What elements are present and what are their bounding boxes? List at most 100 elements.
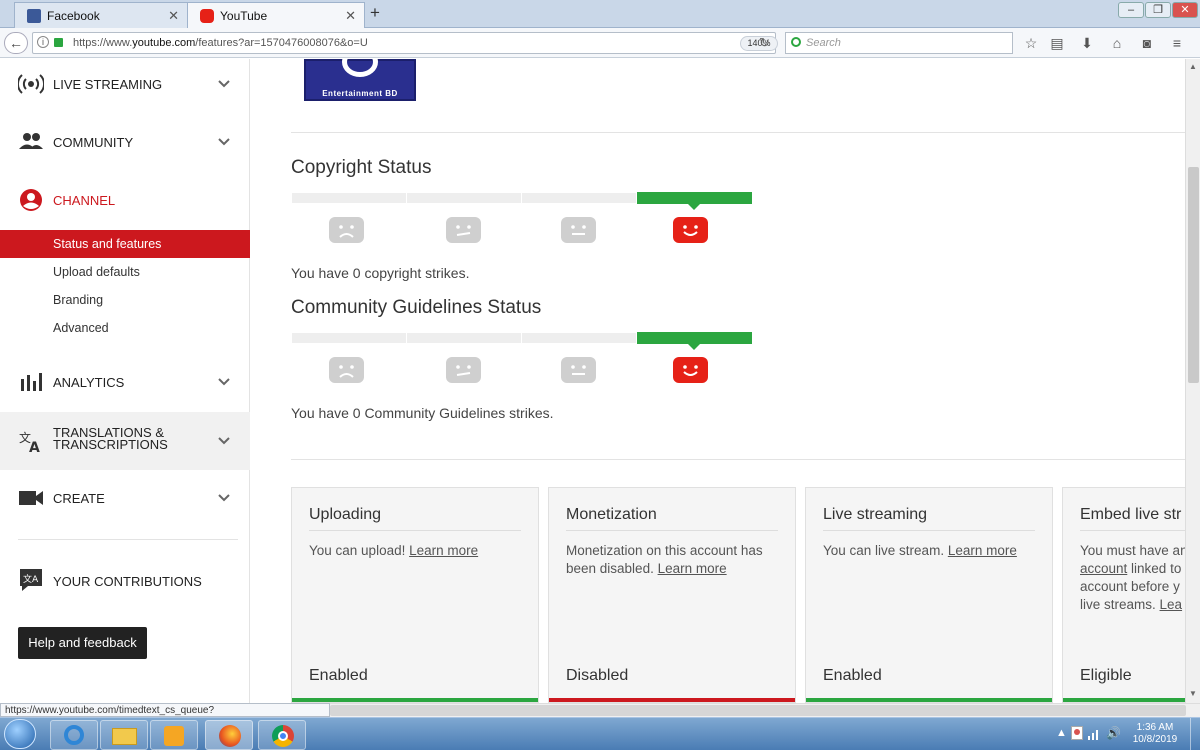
clock-date: 10/8/2019	[1132, 734, 1178, 745]
search-placeholder: Search	[806, 37, 841, 49]
learn-more-link[interactable]: Learn more	[409, 543, 478, 558]
uneasy-face-icon	[446, 217, 481, 243]
vertical-scrollbar[interactable]: ▲ ▼	[1185, 59, 1200, 703]
menu-icon[interactable]: ≡	[1168, 34, 1186, 52]
neutral-face-icon	[561, 357, 596, 383]
info-icon[interactable]: i	[37, 36, 49, 48]
card-text: You can upload!	[309, 543, 410, 558]
feature-card-monetization: Monetization Monetization on this accoun…	[548, 487, 796, 703]
bookmark-star-icon[interactable]: ☆	[1022, 34, 1040, 52]
sidebar-item-label: COMMUNITY	[53, 135, 134, 150]
media-player-icon[interactable]	[150, 720, 198, 750]
sidebar-subitem-status-and-features[interactable]: Status and features	[0, 230, 250, 258]
chevron-down-icon[interactable]	[216, 374, 232, 390]
happy-face-icon	[673, 217, 708, 243]
divider	[291, 132, 1185, 133]
close-window-icon[interactable]: ✕	[1172, 2, 1198, 18]
meter-segment	[522, 193, 636, 203]
sidebar-subitem-branding[interactable]: Branding	[0, 286, 250, 314]
chevron-down-icon[interactable]	[216, 433, 232, 449]
community-strikes-text: You have 0 Community Guidelines strikes.	[291, 405, 554, 421]
minimize-icon[interactable]: –	[1118, 2, 1144, 18]
taskbar-clock[interactable]: 1:36 AM 10/8/2019	[1125, 722, 1185, 746]
show-desktop-button[interactable]	[1190, 718, 1200, 750]
tab-label: YouTube	[220, 9, 268, 23]
logo-emblem	[342, 59, 378, 77]
sidebar-subitem-upload-defaults[interactable]: Upload defaults	[0, 258, 250, 286]
internet-explorer-icon[interactable]	[50, 720, 98, 750]
search-input[interactable]: Search	[785, 32, 1013, 54]
clock-time: 1:36 AM	[1136, 722, 1174, 733]
sidebar-item-label: TRANSLATIONS & TRANSCRIPTIONS	[53, 426, 168, 451]
card-title: Monetization	[566, 506, 657, 523]
sad-face-icon	[329, 217, 364, 243]
card-text: You can live stream.	[823, 543, 948, 558]
network-icon[interactable]	[1088, 728, 1102, 740]
sidebar-item-live-streaming[interactable]: LIVE STREAMING	[0, 59, 250, 109]
chevron-down-icon[interactable]	[216, 490, 232, 506]
meter-segment	[407, 193, 521, 203]
address-bar[interactable]: i https://www.youtube.com/features?ar=15…	[32, 32, 778, 54]
chrome-icon[interactable]	[258, 720, 306, 750]
learn-more-link[interactable]: Learn more	[948, 543, 1017, 558]
account-link[interactable]: account	[1080, 561, 1127, 576]
channel-logo: Entertainment BD	[304, 59, 416, 101]
volume-icon[interactable]: 🔊	[1106, 726, 1121, 740]
close-tab-icon[interactable]: ✕	[168, 8, 179, 24]
sidebar-item-channel[interactable]: CHANNEL	[0, 175, 250, 225]
reading-list-icon[interactable]: ▤	[1048, 34, 1066, 52]
card-status: Enabled	[823, 667, 882, 684]
sidebar-item-label: CHANNEL	[53, 193, 116, 208]
home-icon[interactable]: ⌂	[1108, 34, 1126, 52]
tray-arrow-icon[interactable]: ▲	[1056, 727, 1067, 739]
help-feedback-button[interactable]: Help and feedback	[18, 627, 147, 659]
sidebar-item-translations[interactable]: 文 A TRANSLATIONS & TRANSCRIPTIONS	[0, 412, 250, 470]
scroll-down-icon[interactable]: ▼	[1189, 689, 1197, 698]
file-explorer-icon[interactable]	[100, 720, 148, 750]
chevron-down-icon[interactable]	[216, 134, 232, 150]
new-tab-icon[interactable]: +	[370, 3, 380, 23]
sidebar: LIVE STREAMING COMMUNITY CHANNEL Status …	[0, 59, 250, 703]
meter-pointer	[688, 204, 700, 210]
scrollbar-thumb[interactable]	[1188, 167, 1199, 383]
sidebar-item-create[interactable]: CREATE	[0, 473, 250, 523]
card-title: Uploading	[309, 506, 382, 523]
action-center-icon[interactable]	[1071, 726, 1083, 740]
feature-card-live-streaming: Live streaming You can live stream. Lear…	[805, 487, 1053, 703]
sidebar-item-analytics[interactable]: ANALYTICS	[0, 357, 250, 407]
learn-more-link[interactable]: Learn more	[658, 561, 727, 576]
reload-icon[interactable]: ↻	[759, 35, 770, 51]
maximize-icon[interactable]: ❐	[1145, 2, 1171, 18]
tab-facebook[interactable]: Facebook ✕	[14, 2, 188, 28]
copyright-strikes-text: You have 0 copyright strikes.	[291, 265, 470, 281]
svg-text:文A: 文A	[23, 573, 39, 585]
community-status-title: Community Guidelines Status	[291, 297, 542, 318]
sad-face-icon	[329, 357, 364, 383]
card-status-bar	[549, 698, 795, 702]
card-status: Enabled	[309, 667, 368, 684]
card-divider	[823, 530, 1035, 531]
happy-face-icon	[673, 357, 708, 383]
sidebar-item-label: YOUR CONTRIBUTIONS	[53, 574, 202, 589]
card-divider	[1080, 530, 1185, 531]
meter-segment	[292, 193, 406, 203]
firefox-icon[interactable]	[205, 720, 253, 750]
scroll-up-icon[interactable]: ▲	[1189, 62, 1197, 71]
horizontal-scrollbar[interactable]	[330, 703, 1200, 717]
pocket-icon[interactable]: ◙	[1138, 34, 1156, 52]
tab-youtube[interactable]: YouTube ✕	[187, 2, 365, 28]
tab-label: Facebook	[47, 9, 100, 23]
hscroll-thumb[interactable]	[330, 705, 1186, 716]
community-icon	[19, 133, 43, 149]
meter-pointer	[688, 344, 700, 350]
sidebar-subitem-advanced[interactable]: Advanced	[0, 314, 250, 342]
start-button-icon[interactable]	[4, 719, 36, 749]
learn-more-link[interactable]: Lea	[1160, 597, 1183, 612]
chevron-down-icon[interactable]	[216, 76, 232, 92]
download-icon[interactable]: ⬇	[1078, 34, 1096, 52]
sidebar-item-community[interactable]: COMMUNITY	[0, 117, 250, 167]
main-content: Entertainment BD Copyright Status You ha…	[251, 59, 1185, 703]
sidebar-item-your-contributions[interactable]: 文A YOUR CONTRIBUTIONS	[0, 555, 250, 605]
close-tab-icon[interactable]: ✕	[345, 8, 356, 24]
back-icon[interactable]: ←	[4, 32, 28, 54]
